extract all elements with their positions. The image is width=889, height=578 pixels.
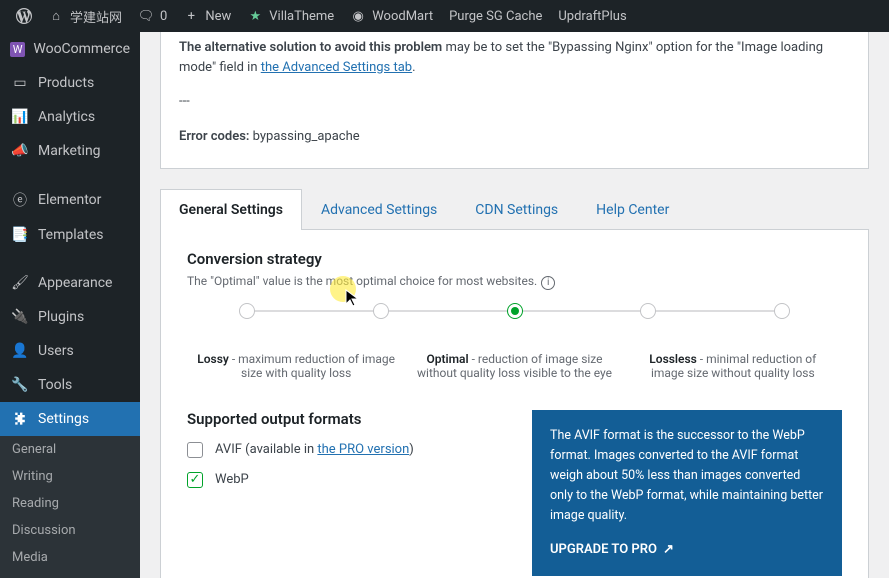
admin-bar: ⌂学建站网 🗨0 +New ★VillaTheme ◉WoodMart Purg… <box>0 0 889 32</box>
new-item[interactable]: + New <box>175 0 239 32</box>
upgrade-pro-button[interactable]: UPGRADE TO PRO↗ <box>550 540 824 561</box>
appearance-icon: 🖌 <box>10 275 30 291</box>
slider-dot-lossless-extra2[interactable] <box>774 303 790 319</box>
plugins-icon: 🔌 <box>10 309 30 325</box>
label-lossy: Lossy - maximum reduction of image size … <box>187 352 405 380</box>
products-icon: ▭ <box>10 75 30 91</box>
tab-general[interactable]: General Settings <box>160 189 302 230</box>
submenu-reading[interactable]: Reading <box>0 490 140 517</box>
menu-marketing[interactable]: 📣Marketing <box>0 134 140 168</box>
woodmart-label: WoodMart <box>372 9 433 24</box>
comment-count: 0 <box>160 9 167 24</box>
menu-users[interactable]: 👤Users <box>0 334 140 368</box>
avif-checkbox[interactable] <box>187 442 203 458</box>
external-link-icon: ↗ <box>663 540 674 561</box>
submenu-permalinks[interactable]: Permalinks <box>0 571 140 578</box>
submenu-media[interactable]: Media <box>0 544 140 571</box>
tab-help[interactable]: Help Center <box>577 189 688 230</box>
updraft-item[interactable]: UpdraftPlus <box>550 0 634 32</box>
formats-title: Supported output formats <box>187 410 512 428</box>
webp-label: WebP <box>215 472 249 487</box>
analytics-icon: 📊 <box>10 109 30 125</box>
settings-icon <box>10 411 30 427</box>
settings-submenu: General Writing Reading Discussion Media… <box>0 436 140 578</box>
tools-icon: 🔧 <box>10 377 30 393</box>
format-avif-row: AVIF (available in the PRO version) <box>187 442 512 458</box>
pro-text: The AVIF format is the successor to the … <box>550 426 824 526</box>
conversion-strategy-title: Conversion strategy <box>187 250 842 268</box>
purge-item[interactable]: Purge SG Cache <box>441 0 550 32</box>
submenu-general[interactable]: General <box>0 436 140 463</box>
conversion-strategy-desc: The "Optimal" value is the most optimal … <box>187 274 842 290</box>
villatheme-label: VillaTheme <box>269 9 334 24</box>
slider-dot-lossy-extra1[interactable] <box>239 303 255 319</box>
updraft-label: UpdraftPlus <box>558 9 626 24</box>
error-codes-value: bypassing_apache <box>249 129 359 144</box>
slider-dot-lossless-extra1[interactable] <box>640 303 656 319</box>
submenu-discussion[interactable]: Discussion <box>0 517 140 544</box>
admin-sidebar: WWooCommerce ▭Products 📊Analytics 📣Marke… <box>0 32 140 578</box>
menu-woocommerce[interactable]: WWooCommerce <box>0 32 140 66</box>
site-name-text: 学建站网 <box>70 7 122 26</box>
main-content: The alternative solution to avoid this p… <box>140 32 889 578</box>
advanced-settings-link[interactable]: the Advanced Settings tab <box>261 60 412 75</box>
general-settings-panel: Conversion strategy The "Optimal" value … <box>160 230 869 578</box>
woodmart-item[interactable]: ◉ WoodMart <box>342 0 441 32</box>
error-codes-label: Error codes: <box>179 129 249 144</box>
users-icon: 👤 <box>10 343 30 359</box>
menu-tools[interactable]: 🔧Tools <box>0 368 140 402</box>
menu-plugins[interactable]: 🔌Plugins <box>0 300 140 334</box>
submenu-writing[interactable]: Writing <box>0 463 140 490</box>
home-icon: ⌂ <box>48 8 64 24</box>
woodmart-icon: ◉ <box>350 8 366 24</box>
wordpress-icon <box>16 8 32 24</box>
menu-appearance[interactable]: 🖌Appearance <box>0 266 140 300</box>
purge-label: Purge SG Cache <box>449 9 542 24</box>
wp-logo[interactable] <box>8 0 40 32</box>
menu-templates[interactable]: 📑Templates <box>0 218 140 252</box>
woo-icon: W <box>10 42 25 57</box>
webp-checkbox[interactable]: ✓ <box>187 472 203 488</box>
label-optimal: Optimal - reduction of image size withou… <box>405 352 623 380</box>
format-webp-row: ✓ WebP <box>187 472 512 488</box>
pro-version-link[interactable]: the PRO version <box>317 442 409 457</box>
villatheme-item[interactable]: ★ VillaTheme <box>239 0 342 32</box>
site-name-item[interactable]: ⌂ 学建站网 <box>40 0 130 32</box>
templates-icon: 📑 <box>10 227 30 243</box>
menu-elementor[interactable]: ⓔElementor <box>0 182 140 218</box>
dashes: --- <box>179 92 850 112</box>
slider-labels: Lossy - maximum reduction of image size … <box>187 352 842 380</box>
notice-box: The alternative solution to avoid this p… <box>160 32 869 169</box>
tab-cdn[interactable]: CDN Settings <box>456 189 577 230</box>
upgrade-pro-box: The AVIF format is the successor to the … <box>532 410 842 577</box>
comments-item[interactable]: 🗨0 <box>130 0 175 32</box>
marketing-icon: 📣 <box>10 143 30 159</box>
comment-icon: 🗨 <box>138 8 154 24</box>
slider-dot-optimal[interactable] <box>507 303 523 319</box>
plus-icon: + <box>183 8 199 24</box>
info-icon[interactable]: i <box>541 276 555 290</box>
menu-analytics[interactable]: 📊Analytics <box>0 100 140 134</box>
tab-advanced[interactable]: Advanced Settings <box>302 189 456 230</box>
star-icon: ★ <box>247 8 263 24</box>
alt-solution-bold: The alternative solution to avoid this p… <box>179 40 442 55</box>
slider-dot-lossy-extra2[interactable] <box>373 303 389 319</box>
strategy-slider[interactable] <box>247 310 782 312</box>
new-label: New <box>205 9 231 24</box>
label-lossless: Lossless - minimal reduction of image si… <box>624 352 842 380</box>
settings-tabs: General Settings Advanced Settings CDN S… <box>160 189 869 230</box>
elementor-icon: ⓔ <box>10 190 30 210</box>
menu-products[interactable]: ▭Products <box>0 66 140 100</box>
menu-settings[interactable]: Settings <box>0 402 140 436</box>
avif-label: AVIF (available in the PRO version) <box>215 442 414 457</box>
